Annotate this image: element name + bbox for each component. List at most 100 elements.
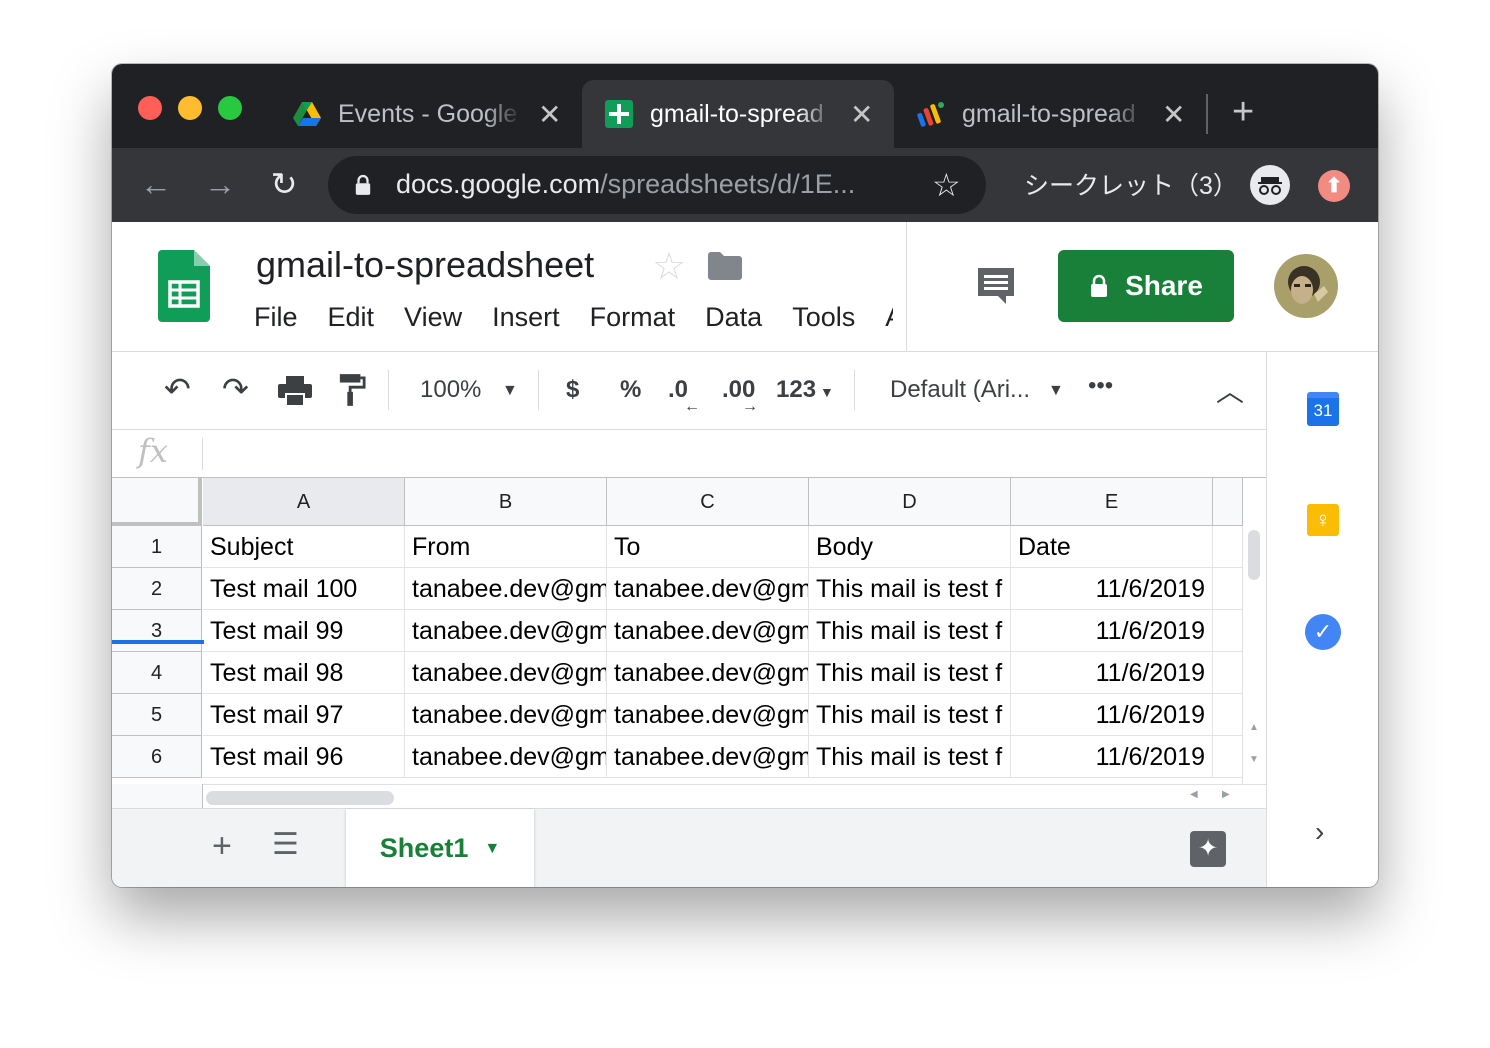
menu-insert[interactable]: Insert bbox=[492, 302, 560, 333]
address-bar[interactable]: docs.google.com/spreadsheets/d/1E... ☆ bbox=[328, 156, 986, 214]
menu-view[interactable]: View bbox=[404, 302, 462, 333]
cell-empty[interactable] bbox=[1213, 652, 1243, 694]
menu-file[interactable]: File bbox=[254, 302, 298, 333]
scroll-left-arrow-icon[interactable]: ◀ bbox=[1190, 789, 1198, 800]
cell-from[interactable]: tanabee.dev@gm bbox=[405, 610, 607, 652]
vertical-scrollbar[interactable]: ▲ ▼ bbox=[1242, 526, 1266, 784]
close-tab-icon[interactable]: ✕ bbox=[850, 98, 873, 131]
cell-subject[interactable]: Test mail 100 bbox=[203, 568, 405, 610]
browser-tab-sheets[interactable]: gmail-to-spread ✕ bbox=[582, 80, 894, 148]
column-header-d[interactable]: D bbox=[809, 478, 1011, 526]
forward-arrow-icon[interactable]: → bbox=[202, 166, 238, 202]
browser-tab-drive[interactable]: Events - Google ✕ bbox=[278, 80, 578, 148]
maximize-window-button[interactable] bbox=[218, 96, 242, 120]
undo-icon[interactable]: ↶ bbox=[164, 370, 191, 408]
cell-from[interactable]: tanabee.dev@gm bbox=[405, 568, 607, 610]
row-header-4[interactable]: 4 bbox=[112, 652, 202, 694]
update-icon[interactable]: ⬆ bbox=[1318, 170, 1350, 202]
bookmark-star-icon[interactable]: ☆ bbox=[932, 166, 961, 204]
expand-panel-chevron-icon[interactable]: › bbox=[1315, 816, 1324, 848]
browser-tab-apps-script[interactable]: gmail-to-spread ✕ bbox=[898, 80, 1198, 148]
select-all-corner[interactable] bbox=[112, 478, 202, 526]
collapse-toolbar-chevron-icon[interactable]: ︿ bbox=[1216, 370, 1244, 410]
avatar[interactable] bbox=[1274, 254, 1338, 318]
menu-edit[interactable]: Edit bbox=[328, 302, 375, 333]
cell-to[interactable]: tanabee.dev@gm bbox=[607, 610, 809, 652]
more-options-icon[interactable]: ••• bbox=[1088, 372, 1113, 400]
column-header-b[interactable]: B bbox=[405, 478, 607, 526]
add-sheet-plus-icon[interactable]: + bbox=[212, 827, 232, 866]
menu-tools[interactable]: Tools bbox=[792, 302, 855, 333]
cell-subject[interactable]: Test mail 99 bbox=[203, 610, 405, 652]
sheet-tab-sheet1[interactable]: Sheet1 ▼ bbox=[346, 809, 534, 887]
column-header-c[interactable]: C bbox=[607, 478, 809, 526]
incognito-icon[interactable] bbox=[1250, 165, 1290, 205]
cell-to[interactable]: tanabee.dev@gm bbox=[607, 736, 809, 778]
formula-input[interactable] bbox=[202, 438, 1252, 470]
zoom-chevron-down-icon[interactable]: ▼ bbox=[502, 382, 518, 400]
column-header-e[interactable]: E bbox=[1011, 478, 1213, 526]
cell-body[interactable]: This mail is test f bbox=[809, 610, 1011, 652]
star-icon[interactable]: ☆ bbox=[652, 244, 686, 289]
currency-format-button[interactable]: $ bbox=[566, 376, 579, 404]
row-header-1[interactable]: 1 bbox=[112, 526, 202, 568]
new-tab-plus-icon[interactable]: + bbox=[1232, 88, 1254, 136]
percent-format-button[interactable]: % bbox=[620, 376, 641, 404]
close-window-button[interactable] bbox=[138, 96, 162, 120]
cell-date[interactable]: Date bbox=[1011, 526, 1213, 568]
close-tab-icon[interactable]: ✕ bbox=[538, 98, 561, 131]
cell-date[interactable]: 11/6/2019 bbox=[1011, 694, 1213, 736]
document-title[interactable]: gmail-to-spreadsheet bbox=[256, 244, 594, 286]
cell-subject[interactable]: Test mail 98 bbox=[203, 652, 405, 694]
explore-icon[interactable]: ✦ bbox=[1190, 831, 1226, 867]
cell-body[interactable]: This mail is test f bbox=[809, 694, 1011, 736]
scroll-up-arrow-icon[interactable]: ▲ bbox=[1249, 722, 1259, 733]
horizontal-scrollbar[interactable]: ◀ ▶ bbox=[202, 784, 1266, 808]
row-header-3[interactable]: 3 bbox=[112, 610, 202, 652]
paint-format-icon[interactable] bbox=[338, 374, 366, 406]
cell-subject[interactable]: Test mail 96 bbox=[203, 736, 405, 778]
cell-to[interactable]: tanabee.dev@gm bbox=[607, 694, 809, 736]
cell-date[interactable]: 11/6/2019 bbox=[1011, 736, 1213, 778]
cell-from[interactable]: tanabee.dev@gm bbox=[405, 736, 607, 778]
row-header-6[interactable]: 6 bbox=[112, 736, 202, 778]
sheet-tab-chevron-down-icon[interactable]: ▼ bbox=[484, 840, 500, 858]
print-icon[interactable] bbox=[278, 376, 312, 406]
zoom-select[interactable]: 100% bbox=[420, 376, 481, 404]
more-formats-button[interactable]: 123 bbox=[776, 376, 816, 404]
cell-subject[interactable]: Subject bbox=[203, 526, 405, 568]
cell-empty[interactable] bbox=[1213, 694, 1243, 736]
cell-empty[interactable] bbox=[1213, 610, 1243, 652]
cell-empty[interactable] bbox=[1213, 526, 1243, 568]
cell-body[interactable]: This mail is test f bbox=[809, 652, 1011, 694]
column-header-a[interactable]: A bbox=[203, 478, 405, 526]
cell-from[interactable]: From bbox=[405, 526, 607, 568]
comment-icon[interactable] bbox=[976, 266, 1016, 306]
cell-date[interactable]: 11/6/2019 bbox=[1011, 610, 1213, 652]
cell-to[interactable]: tanabee.dev@gm bbox=[607, 652, 809, 694]
font-select[interactable]: Default (Ari... bbox=[890, 376, 1030, 404]
cell-empty[interactable] bbox=[1213, 568, 1243, 610]
cell-body[interactable]: Body bbox=[809, 526, 1011, 568]
scroll-right-arrow-icon[interactable]: ▶ bbox=[1222, 789, 1230, 800]
cell-body[interactable]: This mail is test f bbox=[809, 568, 1011, 610]
keep-icon[interactable]: ♀ bbox=[1307, 504, 1339, 536]
row-header-5[interactable]: 5 bbox=[112, 694, 202, 736]
cell-date[interactable]: 11/6/2019 bbox=[1011, 652, 1213, 694]
calendar-icon[interactable]: 31 bbox=[1307, 392, 1339, 426]
tasks-icon[interactable]: ✓ bbox=[1305, 614, 1341, 650]
cell-to[interactable]: To bbox=[607, 526, 809, 568]
cell-from[interactable]: tanabee.dev@gm bbox=[405, 652, 607, 694]
horizontal-scrollbar-thumb[interactable] bbox=[206, 791, 394, 805]
cell-date[interactable]: 11/6/2019 bbox=[1011, 568, 1213, 610]
menu-format[interactable]: Format bbox=[590, 302, 676, 333]
cell-body[interactable]: This mail is test f bbox=[809, 736, 1011, 778]
incognito-label[interactable]: シークレット（3） bbox=[1024, 166, 1238, 202]
menu-data[interactable]: Data bbox=[705, 302, 762, 333]
menu-addons[interactable]: A bbox=[885, 302, 893, 333]
reload-icon[interactable]: ↻ bbox=[266, 166, 302, 202]
scroll-down-arrow-icon[interactable]: ▼ bbox=[1249, 754, 1259, 765]
cell-to[interactable]: tanabee.dev@gm bbox=[607, 568, 809, 610]
back-arrow-icon[interactable]: ← bbox=[138, 166, 174, 202]
cell-empty[interactable] bbox=[1213, 736, 1243, 778]
